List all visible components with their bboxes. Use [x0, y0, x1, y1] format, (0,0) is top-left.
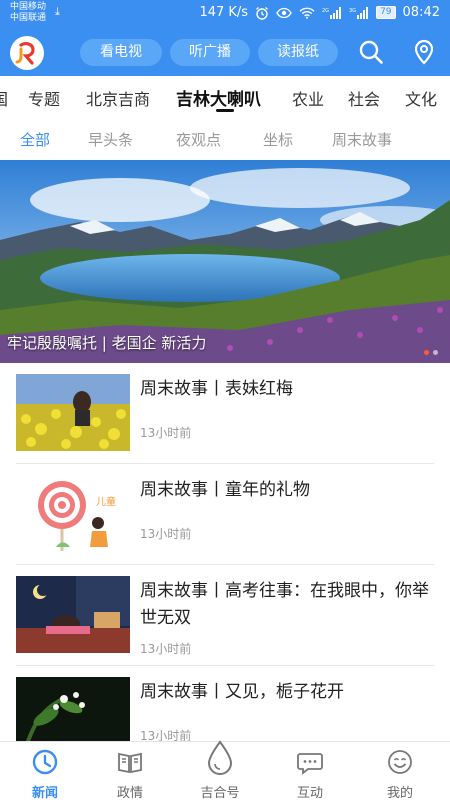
location-icon[interactable]: [410, 38, 438, 66]
study-desk-illustration: [16, 576, 130, 653]
article-time: 13小时前: [140, 527, 192, 541]
alarm-icon: [256, 6, 268, 20]
channel-tab-agriculture[interactable]: 农业: [292, 86, 324, 110]
svg-text:3G: 3G: [349, 8, 356, 14]
eye-icon: [276, 7, 292, 18]
clock-time: 08:42: [402, 5, 440, 20]
signal-icon-2: 3G: [349, 6, 369, 19]
article-item[interactable]: 周末故事丨又见，栀子花开 13小时前: [16, 666, 434, 747]
smiley-icon: [388, 750, 412, 774]
carousel-dot: [433, 350, 438, 355]
gardenia-flower-photo: [16, 677, 130, 747]
app-logo[interactable]: [10, 36, 44, 70]
logo-icon: [15, 42, 35, 65]
banner-carousel[interactable]: 牢记殷殷嘱托 | 老国企 新活力: [0, 160, 450, 363]
battery-indicator: 79: [376, 6, 396, 19]
channel-tabs: 国 专题 北京吉商 吉林大喇叭 农业 社会 文化: [0, 76, 450, 118]
rapeseed-field-photo: [16, 374, 130, 451]
article-time: 13小时前: [140, 642, 192, 656]
net-speed: 147 K/s: [199, 5, 249, 20]
article-title: 周末故事丨又见，栀子花开: [140, 682, 344, 702]
article-item[interactable]: 儿童 周末故事丨童年的礼物 13小时前: [16, 464, 434, 565]
clock-icon: [32, 749, 58, 775]
wifi-icon: [299, 7, 315, 19]
sub-tab-weekend[interactable]: 周末故事: [332, 129, 392, 150]
banner-caption: 牢记殷殷嘱托 | 老国企 新活力: [7, 334, 207, 352]
channel-tab-special[interactable]: 专题: [28, 86, 60, 110]
nav-jihehao[interactable]: 吉合号: [175, 740, 265, 800]
channel-tab-beijing[interactable]: 北京吉商: [86, 86, 150, 110]
article-title: 周末故事丨童年的礼物: [140, 480, 310, 500]
article-item[interactable]: 周末故事丨高考往事：在我眼中，你举世无双 13小时前: [16, 565, 434, 666]
status-bar: 中国移动 中国联通 ⤓ 147 K/s 2G 3G 79 08:42: [0, 0, 450, 28]
carrier-2: 中国联通: [10, 13, 47, 23]
nav-mine[interactable]: 我的: [355, 742, 445, 800]
bottom-nav: 新闻 政情 吉合号 互动 我的: [0, 740, 450, 800]
nav-politics[interactable]: 政情: [85, 742, 175, 800]
signal-icon-1: 2G: [322, 6, 342, 19]
article-time: 13小时前: [140, 426, 192, 440]
sub-tab-night[interactable]: 夜观点: [176, 129, 221, 150]
download-icon: ⤓: [55, 5, 60, 18]
watch-tv-button[interactable]: 看电视: [80, 39, 162, 66]
carousel-indicator: [424, 350, 438, 355]
sub-tab-all[interactable]: 全部: [20, 129, 50, 150]
book-icon: [118, 752, 142, 774]
channel-tab-culture[interactable]: 文化: [405, 86, 437, 110]
search-icon[interactable]: [357, 38, 385, 66]
channel-tab-jilin-loudspeaker[interactable]: 吉林大喇叭: [176, 85, 261, 110]
channel-tab-society[interactable]: 社会: [348, 86, 380, 110]
chat-bubble-icon: [297, 753, 323, 775]
article-item[interactable]: 周末故事丨表妹红梅 13小时前: [16, 363, 434, 464]
nav-label: 新闻: [31, 786, 58, 800]
sub-tab-morning[interactable]: 早头条: [88, 129, 133, 150]
svg-text:2G: 2G: [322, 8, 329, 14]
carrier-1: 中国移动: [10, 2, 47, 12]
nav-label: 政情: [116, 786, 143, 800]
read-newspaper-button[interactable]: 读报纸: [258, 39, 338, 66]
article-title: 周末故事丨表妹红梅: [140, 379, 293, 399]
nav-label: 我的: [386, 786, 413, 800]
app-header: 看电视 听广播 读报纸: [0, 28, 450, 76]
article-title: 周末故事丨高考往事：在我眼中，你举世无双: [140, 581, 429, 628]
carrier-info: 中国移动 中国联通: [10, 2, 46, 24]
svg-text:儿童: 儿童: [96, 495, 116, 508]
active-tab-indicator: [216, 109, 234, 112]
channel-tab-partial[interactable]: 国: [0, 86, 8, 110]
drop-icon: [207, 740, 233, 775]
nav-label: 吉合号: [200, 786, 240, 800]
carousel-dot-active: [424, 350, 429, 355]
nav-news[interactable]: 新闻: [0, 742, 90, 800]
nav-interact[interactable]: 互动: [265, 742, 355, 800]
listen-radio-button[interactable]: 听广播: [170, 39, 250, 66]
nav-label: 互动: [296, 786, 323, 800]
lollipop-illustration: 儿童: [16, 475, 130, 552]
status-indicators: 147 K/s 2G 3G 79 08:42: [199, 5, 440, 20]
sub-tabs: 全部 早头条 夜观点 坐标 周末故事: [0, 118, 450, 160]
sub-tab-coordinate[interactable]: 坐标: [263, 129, 293, 150]
